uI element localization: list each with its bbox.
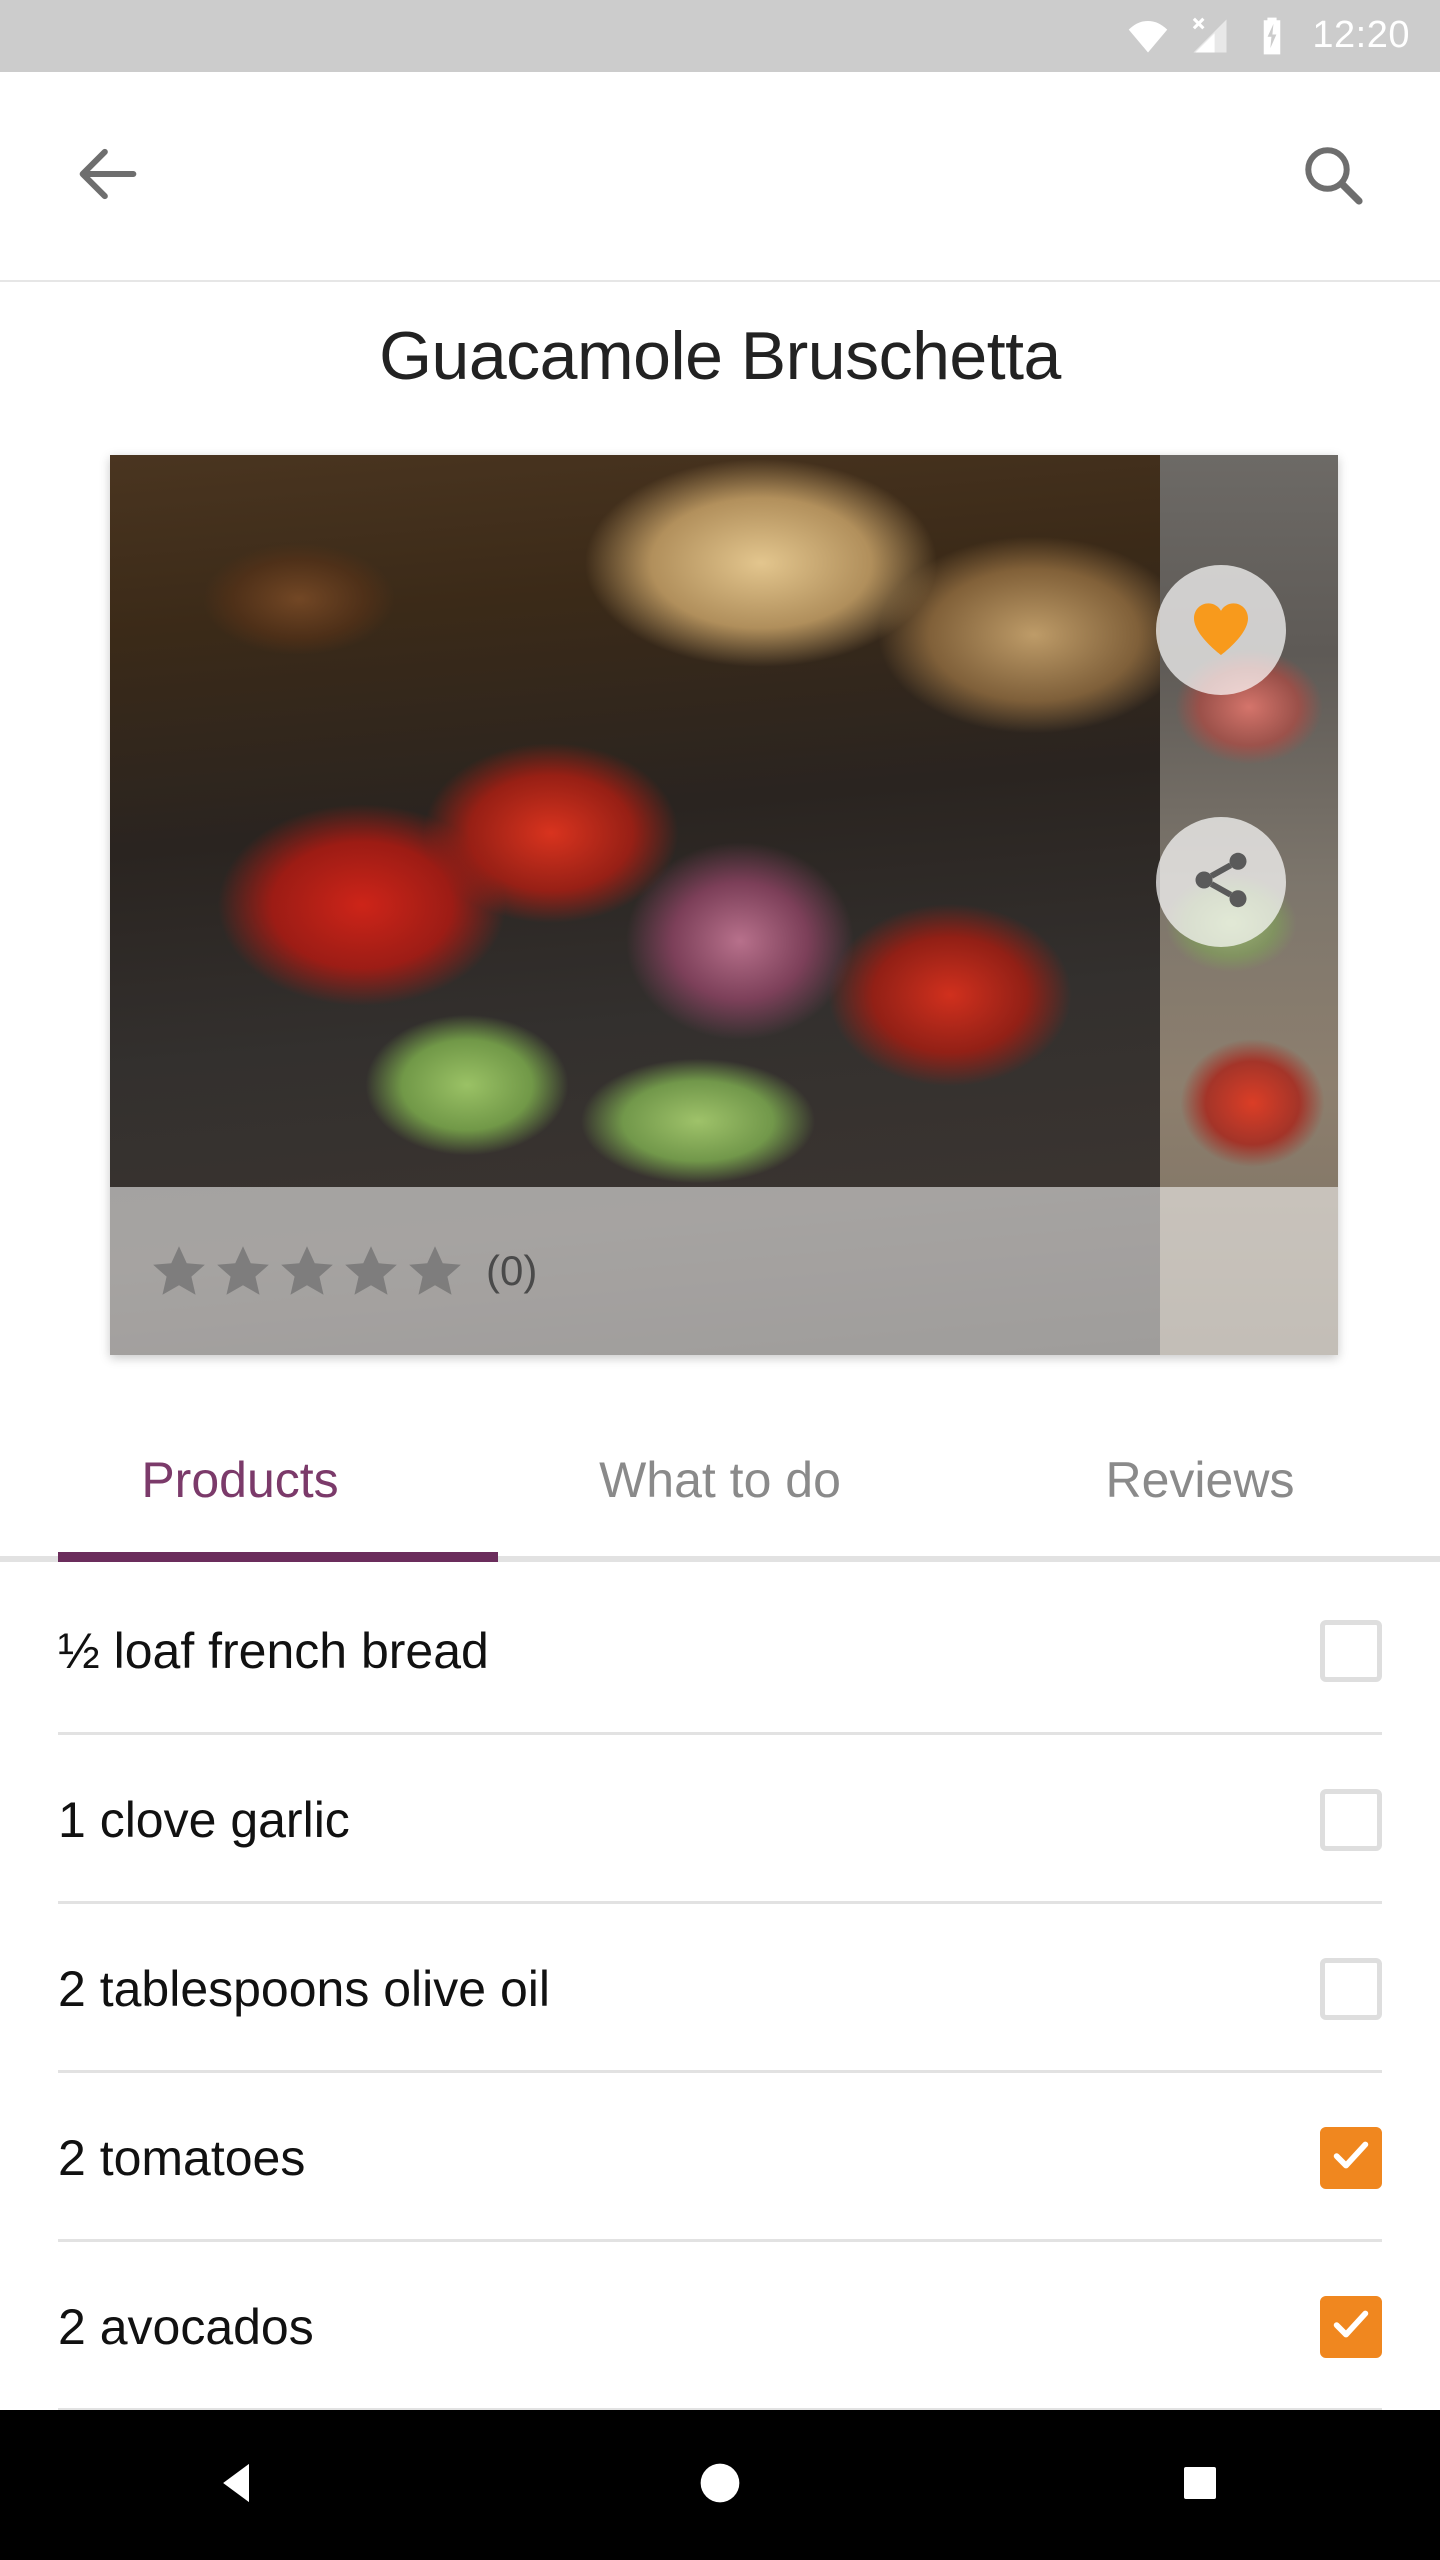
share-button[interactable] (1156, 817, 1286, 947)
star-icon[interactable] (148, 1240, 210, 1302)
star-icon[interactable] (340, 1240, 402, 1302)
nav-recents-button[interactable] (1120, 2410, 1280, 2560)
product-label: 1 clove garlic (58, 1791, 350, 1848)
tab-active-indicator (58, 1552, 498, 1562)
back-button[interactable] (62, 130, 154, 222)
app-screen: 12:20 Guacamole Bruschetta (0) Products … (0, 0, 1440, 2560)
nav-back-icon (213, 2456, 267, 2515)
nav-home-button[interactable] (640, 2410, 800, 2560)
rating-count: (0) (486, 1247, 538, 1294)
app-bar (0, 72, 1440, 282)
list-item[interactable]: 2 tomatoes (0, 2073, 1440, 2242)
tab-what-to-do[interactable]: What to do (480, 1400, 960, 1560)
heart-filled-icon (1185, 592, 1257, 669)
product-checkbox[interactable] (1320, 1619, 1382, 1682)
search-button[interactable] (1286, 130, 1378, 222)
share-icon (1187, 846, 1255, 919)
tab-bar: Products What to do Reviews (0, 1400, 1440, 1560)
cellular-no-sim-icon (1188, 14, 1232, 58)
product-checkbox[interactable] (1320, 1788, 1382, 1851)
list-item[interactable]: 2 avocados (0, 2242, 1440, 2411)
product-checkbox[interactable] (1320, 1957, 1382, 2020)
rating-bar[interactable]: (0) (110, 1187, 1338, 1355)
product-label: 2 avocados (58, 2298, 314, 2355)
product-label: 2 tablespoons olive oil (58, 1960, 550, 2017)
back-arrow-icon (70, 136, 146, 217)
list-item[interactable]: 2 tablespoons olive oil (0, 1904, 1440, 2073)
nav-back-button[interactable] (160, 2410, 320, 2560)
product-label: 2 tomatoes (58, 2129, 306, 2186)
status-time: 12:20 (1312, 14, 1410, 56)
product-label: ½ loaf french bread (58, 1622, 489, 1679)
tab-label: Reviews (1105, 1452, 1295, 1508)
product-checkbox[interactable] (1320, 2295, 1382, 2358)
search-icon (1296, 138, 1368, 215)
wifi-icon (1126, 14, 1170, 58)
page-title: Guacamole Bruschetta (379, 318, 1061, 394)
product-checkbox[interactable] (1320, 2126, 1382, 2189)
list-item[interactable]: 1 clove garlic (0, 1735, 1440, 1904)
check-icon (1328, 2301, 1374, 2352)
battery-charging-icon (1250, 14, 1294, 58)
star-icon[interactable] (276, 1240, 338, 1302)
star-icon[interactable] (212, 1240, 274, 1302)
favorite-button[interactable] (1156, 565, 1286, 695)
nav-home-icon (693, 2456, 747, 2515)
recipe-image-card: (0) (110, 455, 1338, 1355)
tab-reviews[interactable]: Reviews (960, 1400, 1440, 1560)
check-icon (1328, 2132, 1374, 2183)
tab-products[interactable]: Products (0, 1400, 480, 1560)
products-list: ½ loaf french bread 1 clove garlic 2 tab… (0, 1566, 1440, 2411)
status-bar: 12:20 (0, 0, 1440, 72)
nav-recents-icon (1176, 2459, 1224, 2512)
tab-label: Products (141, 1452, 339, 1508)
star-icon[interactable] (404, 1240, 466, 1302)
list-item[interactable]: ½ loaf french bread (0, 1566, 1440, 1735)
android-nav-bar (0, 2410, 1440, 2560)
tab-label: What to do (599, 1452, 841, 1508)
